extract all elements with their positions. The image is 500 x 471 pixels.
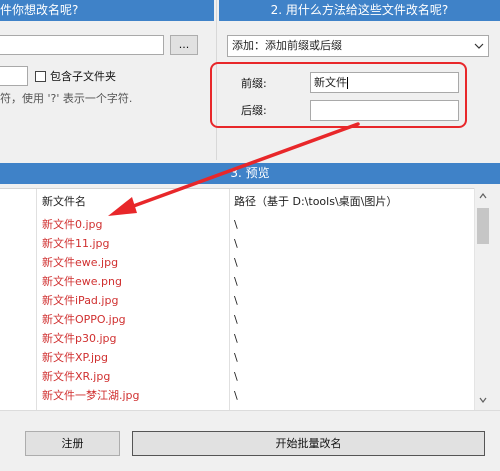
row-name: 新文件0.jpg (42, 218, 103, 231)
table-scrollbar[interactable] (474, 188, 490, 410)
table-row[interactable]: 新文件XR.jpg \ (0, 367, 474, 386)
chevron-down-icon[interactable] (472, 39, 486, 53)
preview-table[interactable]: 新文件名 路径（基于 D:\tools\桌面\图片） 新文件0.jpg \ 新文… (0, 188, 474, 410)
row-path: \ (234, 294, 238, 307)
row-name: 新文件p30.jpg (42, 332, 117, 345)
row-name: 新文件ewe.jpg (42, 256, 119, 269)
section2-header: 2. 用什么方法给这些文件改名呢? (219, 0, 500, 21)
row-path: \ (234, 256, 238, 269)
folder-path-field[interactable] (0, 35, 164, 55)
row-path: \ (234, 351, 238, 364)
table-row[interactable]: 新文件ewe.png \ (0, 272, 474, 291)
scroll-up-icon[interactable] (478, 191, 488, 201)
browse-button[interactable]: ... (170, 35, 198, 55)
method-select[interactable]: 添加：添加前缀或后缀 (227, 35, 489, 57)
table-row[interactable]: 新文件OPPO.jpg \ (0, 310, 474, 329)
suffix-label: 后缀: (241, 104, 267, 117)
column-header-path[interactable]: 路径（基于 D:\tools\桌面\图片） (234, 191, 397, 213)
table-row[interactable]: 新文件iPad.jpg \ (0, 291, 474, 310)
table-row[interactable]: 新文件11.jpg \ (0, 234, 474, 253)
register-button[interactable]: 注册 (25, 431, 120, 456)
row-path: \ (234, 218, 238, 231)
scroll-thumb[interactable] (477, 208, 489, 244)
section1-title: 件你想改名呢? (0, 3, 79, 17)
suffix-input[interactable] (310, 100, 459, 121)
row-path: \ (234, 313, 238, 326)
prefix-input[interactable]: 新文件 (310, 72, 459, 93)
include-subfolders-checkbox[interactable] (35, 71, 46, 82)
row-path: \ (234, 275, 238, 288)
row-path: \ (234, 332, 238, 345)
filter-field[interactable] (0, 66, 28, 86)
section1-header: 件你想改名呢? (0, 0, 214, 21)
row-name: 新文件11.jpg (42, 237, 110, 250)
table-row[interactable]: 新文件XP.jpg \ (0, 348, 474, 367)
section2-title: 2. 用什么方法给这些文件改名呢? (270, 3, 449, 17)
row-path: \ (234, 370, 238, 383)
row-name: 新文件OPPO.jpg (42, 313, 126, 326)
start-rename-button[interactable]: 开始批量改名 (132, 431, 485, 456)
table-row[interactable]: 新文件一梦江湖.jpg \ (0, 386, 474, 405)
row-name: 新文件一梦江湖.jpg (42, 389, 140, 402)
table-row[interactable]: 新文件p30.jpg \ (0, 329, 474, 348)
preview-header: 3. 预览 (0, 163, 500, 184)
preview-title: 3. 预览 (230, 166, 270, 180)
filter-hint: 符，使用 '?' 表示一个字符. (0, 92, 133, 105)
table-row[interactable]: 新文件ewe.jpg \ (0, 253, 474, 272)
row-name: 新文件iPad.jpg (42, 294, 119, 307)
row-name: 新文件XR.jpg (42, 370, 111, 383)
prefix-label: 前缀: (241, 77, 267, 90)
include-subfolders-label: 包含子文件夹 (50, 70, 116, 83)
scroll-down-icon[interactable] (478, 395, 488, 405)
row-name: 新文件ewe.png (42, 275, 122, 288)
table-row[interactable]: 新文件0.jpg \ (0, 215, 474, 234)
row-path: \ (234, 389, 238, 402)
column-header-new-name[interactable]: 新文件名 (42, 191, 86, 213)
row-name: 新文件XP.jpg (42, 351, 108, 364)
row-path: \ (234, 237, 238, 250)
